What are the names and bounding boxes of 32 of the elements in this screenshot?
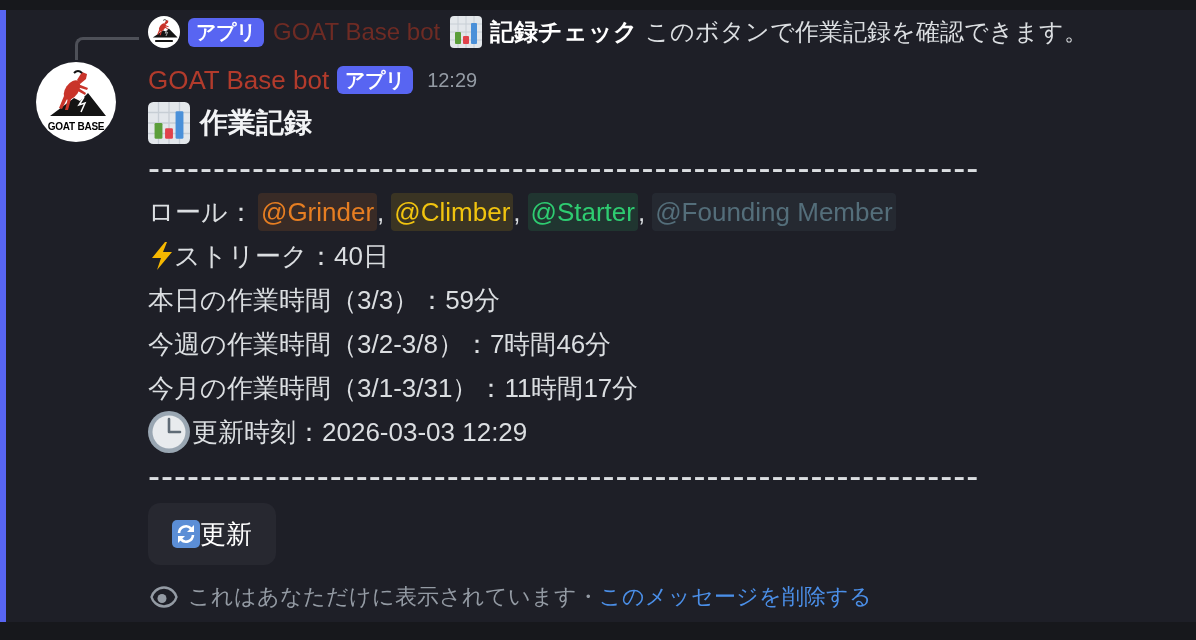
embed-title: 作業記録 bbox=[200, 106, 312, 140]
month-time-text: 今月の作業時間（3/1-3/31）：11時間17分 bbox=[148, 372, 639, 405]
delete-message-link[interactable]: このメッセージを削除する bbox=[599, 583, 872, 611]
goat-logo-icon[interactable] bbox=[148, 16, 180, 48]
role-separator: , bbox=[513, 196, 521, 229]
dashed-divider: ---------------------------------------------------------------- bbox=[148, 454, 980, 498]
role-mention[interactable]: @Starter bbox=[527, 193, 638, 231]
ephemeral-notice: これはあなただけに表示されています・ bbox=[188, 583, 599, 611]
clock-icon bbox=[148, 411, 190, 453]
updated-time-text: 更新時刻：2026-03-03 12:29 bbox=[192, 416, 528, 449]
app-badge: アプリ bbox=[188, 17, 264, 47]
role-separator: , bbox=[637, 196, 646, 229]
week-time-text: 今週の作業時間（3/2-3/8）：7時間46分 bbox=[148, 328, 612, 361]
reply-connector bbox=[75, 37, 139, 60]
bar-chart-icon bbox=[148, 102, 190, 144]
refresh-icon bbox=[172, 520, 200, 548]
role-mention[interactable]: @Climber bbox=[391, 193, 514, 231]
eye-icon bbox=[150, 585, 178, 609]
role-mention[interactable]: @Grinder bbox=[258, 193, 378, 231]
reply-preview-text[interactable]: 記録チェック このボタンで作業記録を確認できます。 bbox=[490, 16, 1088, 48]
timestamp: 12:29 bbox=[427, 68, 478, 93]
today-time-text: 本日の作業時間（3/3）：59分 bbox=[148, 284, 501, 317]
lightning-bolt-icon bbox=[150, 242, 174, 270]
app-badge: アプリ bbox=[337, 66, 414, 94]
refresh-button[interactable]: 更新 bbox=[148, 503, 276, 565]
logo-text: GOAT BASE bbox=[47, 121, 105, 133]
streak-text: ストリーク：40日 bbox=[174, 240, 389, 273]
role-separator: , bbox=[377, 196, 385, 229]
dashed-divider: ---------------------------------------------------------------- bbox=[148, 146, 980, 190]
bar-chart-icon bbox=[450, 16, 483, 48]
roles-label: ロール： bbox=[148, 196, 254, 229]
bot-avatar[interactable]: GOAT BASE bbox=[36, 62, 116, 142]
